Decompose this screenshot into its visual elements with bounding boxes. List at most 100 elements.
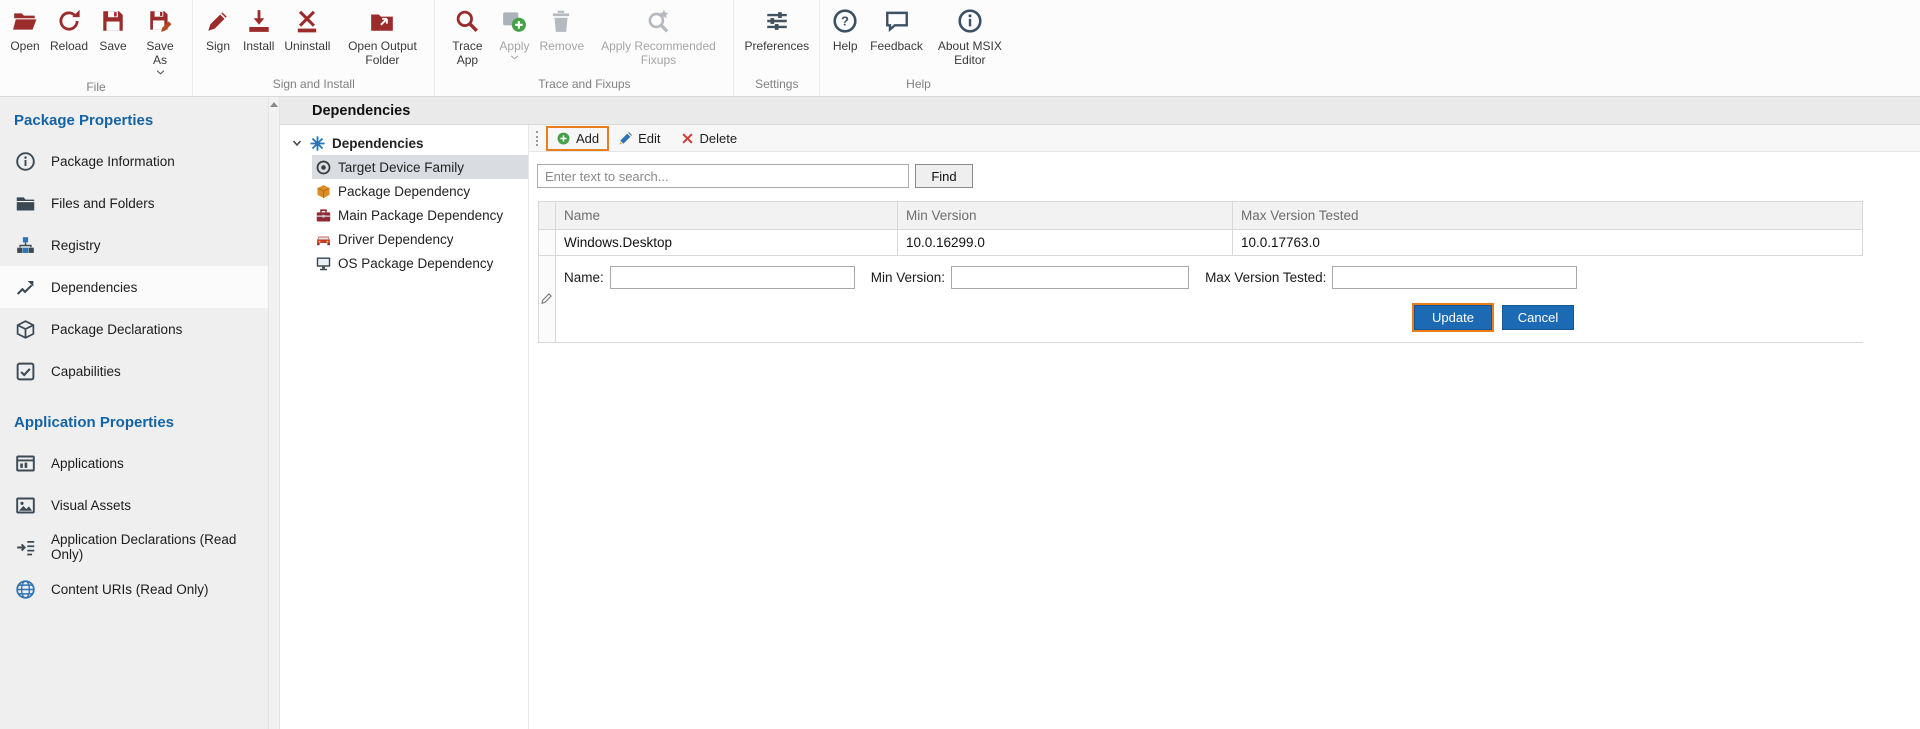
- chevron-down-icon: [510, 55, 519, 60]
- sign-button[interactable]: Sign: [198, 4, 238, 55]
- monitor-icon: [315, 255, 332, 272]
- tree-item-main-package-dependency[interactable]: Main Package Dependency: [312, 203, 528, 227]
- delete-button[interactable]: Delete: [672, 128, 746, 149]
- ribbon-group-label: Settings: [739, 74, 814, 96]
- apply-button[interactable]: Apply: [494, 4, 534, 62]
- button-label: Apply: [499, 39, 529, 53]
- image-icon: [15, 495, 36, 516]
- sidebar-scrollbar[interactable]: [268, 97, 280, 729]
- edit-button[interactable]: Edit: [610, 128, 668, 149]
- button-label: Reload: [50, 39, 88, 53]
- button-label: Save: [99, 39, 126, 53]
- max-version-field-group: Max Version Tested:: [1205, 266, 1577, 289]
- min-version-field[interactable]: [951, 266, 1189, 289]
- sidebar-item-applications[interactable]: Applications: [0, 442, 268, 484]
- table-row[interactable]: Windows.Desktop 10.0.16299.0 10.0.17763.…: [538, 230, 1863, 256]
- button-label: Uninstall: [284, 39, 330, 53]
- trash-icon: [546, 6, 576, 36]
- navigation-sidebar: Package Properties Package Information F…: [0, 97, 268, 729]
- save-icon: [98, 6, 128, 36]
- column-header-name[interactable]: Name: [556, 202, 898, 230]
- toolbar-button-label: Add: [576, 131, 599, 146]
- sidebar-item-package-declarations[interactable]: Package Declarations: [0, 308, 268, 350]
- cancel-button[interactable]: Cancel: [1502, 305, 1574, 330]
- sidebar-item-label: Visual Assets: [51, 498, 131, 513]
- sidebar-item-dependencies[interactable]: Dependencies: [0, 266, 268, 308]
- button-label: Remove: [539, 39, 583, 53]
- tree-item-label: Main Package Dependency: [338, 208, 503, 223]
- tree-expander-icon[interactable]: [292, 138, 303, 148]
- ribbon-group-label: Help: [825, 74, 1012, 96]
- sidebar-item-package-information[interactable]: Package Information: [0, 140, 268, 182]
- update-button[interactable]: Update: [1414, 305, 1492, 330]
- about-msix-editor-button[interactable]: About MSIX Editor: [928, 4, 1012, 70]
- add-button[interactable]: Add: [548, 128, 607, 149]
- speech-bubble-icon: [882, 6, 912, 36]
- cell-max-version-tested: 10.0.17763.0: [1233, 230, 1863, 256]
- feedback-button[interactable]: Feedback: [865, 4, 928, 55]
- uninstall-button[interactable]: Uninstall: [279, 4, 335, 55]
- tree-item-os-package-dependency[interactable]: OS Package Dependency: [312, 251, 528, 275]
- min-version-field-group: Min Version:: [871, 266, 1189, 289]
- sidebar-item-files-and-folders[interactable]: Files and Folders: [0, 182, 268, 224]
- remove-button[interactable]: Remove: [534, 4, 588, 55]
- max-version-tested-field[interactable]: [1332, 266, 1577, 289]
- dependencies-icon: [15, 277, 36, 298]
- button-label: Feedback: [870, 39, 923, 53]
- column-header-min-version[interactable]: Min Version: [898, 202, 1233, 230]
- tree-item-target-device-family[interactable]: Target Device Family: [312, 155, 528, 179]
- ribbon-group-label: Trace and Fixups: [440, 74, 728, 96]
- tree-item-package-dependency[interactable]: Package Dependency: [312, 179, 528, 203]
- main-panel: Dependencies Dependencies: [280, 97, 1920, 729]
- save-button[interactable]: Save: [93, 4, 133, 55]
- ribbon-group-file: Open Reload Save: [0, 0, 192, 96]
- save-as-button[interactable]: Save As: [133, 4, 187, 77]
- reload-icon: [54, 6, 84, 36]
- sidebar-item-label: Package Declarations: [51, 322, 182, 337]
- msix-editor-window: Open Reload Save: [0, 0, 1920, 729]
- open-folder-icon: [10, 6, 40, 36]
- ribbon-group-label: File: [5, 77, 187, 97]
- detail-toolbar: Add Edit Delete: [529, 125, 1920, 152]
- car-icon: [315, 231, 332, 248]
- install-button[interactable]: Install: [238, 4, 279, 55]
- button-label: Open: [10, 39, 39, 53]
- row-header-cell: [539, 230, 556, 256]
- ribbon-group-help: ? Help Feedback About MSIX Editor: [819, 0, 1017, 96]
- ribbon-group-label: Sign and Install: [198, 74, 429, 96]
- sidebar-item-application-declarations[interactable]: Application Declarations (Read Only): [0, 526, 268, 568]
- sidebar-item-visual-assets[interactable]: Visual Assets: [0, 484, 268, 526]
- sidebar-item-content-uris[interactable]: Content URIs (Read Only): [0, 568, 268, 610]
- dependency-detail-panel: Add Edit Delete: [529, 125, 1920, 729]
- folder-icon: [15, 193, 36, 214]
- pencil-icon: [618, 131, 633, 146]
- tree-item-driver-dependency[interactable]: Driver Dependency: [312, 227, 528, 251]
- magnifier-icon: [452, 6, 482, 36]
- search-row: Find: [529, 152, 1920, 201]
- tree-item-label: Target Device Family: [338, 160, 464, 175]
- toolbar-button-label: Delete: [700, 131, 738, 146]
- add-plus-icon: [556, 131, 571, 146]
- ribbon-group-trace-fixups: Trace App Apply Remove: [434, 0, 733, 96]
- sidebar-item-capabilities[interactable]: Capabilities: [0, 350, 268, 392]
- trace-app-button[interactable]: Trace App: [440, 4, 494, 70]
- open-output-folder-button[interactable]: Open Output Folder: [335, 4, 429, 70]
- help-button[interactable]: ? Help: [825, 4, 865, 55]
- apply-recommended-fixups-button[interactable]: Apply Recommended Fixups: [588, 4, 728, 70]
- tree-root-dependencies[interactable]: Dependencies: [280, 131, 528, 155]
- registry-icon: [15, 235, 36, 256]
- preferences-button[interactable]: Preferences: [739, 4, 814, 55]
- reload-button[interactable]: Reload: [45, 4, 93, 55]
- dependencies-table: Name Min Version Max Version Tested Wind…: [538, 201, 1863, 343]
- sidebar-item-registry[interactable]: Registry: [0, 224, 268, 266]
- name-field[interactable]: [610, 266, 855, 289]
- search-input[interactable]: [537, 164, 909, 188]
- find-button[interactable]: Find: [915, 164, 973, 188]
- ribbon-group-sign-install: Sign Install Uninstall: [192, 0, 434, 96]
- button-label: Apply Recommended Fixups: [593, 39, 723, 68]
- open-button[interactable]: Open: [5, 4, 45, 55]
- toolbar-grip-handle[interactable]: [536, 131, 539, 146]
- max-version-field-label: Max Version Tested:: [1205, 270, 1326, 285]
- scroll-up-arrow-icon[interactable]: [270, 102, 278, 107]
- column-header-max-version-tested[interactable]: Max Version Tested: [1233, 202, 1863, 230]
